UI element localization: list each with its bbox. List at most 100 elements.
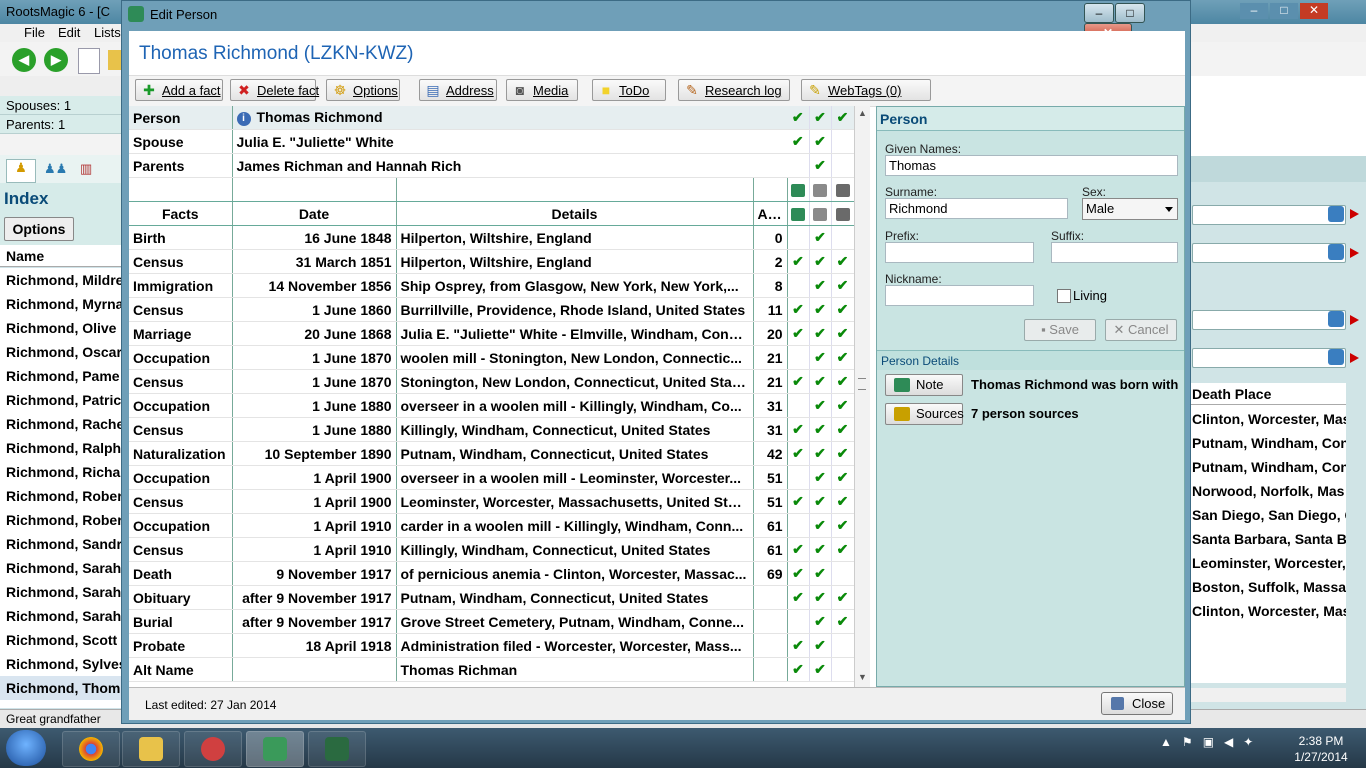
source-check-icon[interactable]: ✔ <box>809 561 832 586</box>
scroll-down-arrow-icon[interactable]: ▼ <box>855 672 870 684</box>
note-check-icon[interactable]: ✔ <box>787 297 810 322</box>
fact-row[interactable]: Death 9 November 1917 of pernicious anemia… <box>129 561 855 586</box>
source-check-icon[interactable]: ✔ <box>809 465 832 490</box>
source-check-icon[interactable]: ✔ <box>809 321 832 346</box>
facts-scrollbar[interactable]: ▲ ▼ <box>854 106 870 687</box>
family-row[interactable]: Parents James Richman and Hannah Rich ✔ <box>129 153 855 178</box>
details-column-header[interactable]: Details <box>396 201 754 226</box>
source-check-icon[interactable]: ✔ <box>809 153 832 178</box>
given-names-input[interactable] <box>885 155 1178 176</box>
source-check-icon[interactable]: ✔ <box>809 657 832 682</box>
webtags-0-button[interactable]: ✎ WebTags (0) <box>801 79 931 101</box>
media-check-icon[interactable]: ✔ <box>831 417 855 442</box>
descendants-tab-icon[interactable]: ▥ <box>80 161 92 177</box>
note-check-icon[interactable]: ✔ <box>787 633 810 658</box>
close-button[interactable]: Close <box>1101 692 1173 715</box>
source-check-icon[interactable]: ✔ <box>809 249 832 274</box>
fact-row[interactable]: Census 1 April 1910 Killingly, Windham, Co… <box>129 537 855 562</box>
save-button[interactable]: ▪ Save <box>1024 319 1096 341</box>
media-check-icon[interactable]: ✔ <box>831 345 855 370</box>
surname-input[interactable] <box>885 198 1068 219</box>
index-name-item[interactable]: Richmond, Sarah <box>0 556 122 580</box>
empty-cell[interactable] <box>831 225 855 250</box>
family-row[interactable]: Person i Thomas Richmond ✔ ✔ ✔ <box>129 106 855 130</box>
media-check-icon[interactable]: ✔ <box>831 465 855 490</box>
source-check-icon[interactable]: ✔ <box>809 369 832 394</box>
menu-file[interactable]: File <box>24 25 45 40</box>
note-check-icon[interactable]: ✔ <box>787 441 810 466</box>
empty-cell[interactable] <box>787 345 810 370</box>
media-check-icon[interactable]: ✔ <box>831 441 855 466</box>
empty-cell[interactable] <box>831 153 855 178</box>
empty-cell[interactable] <box>787 393 810 418</box>
rootsmagic-taskbar-button[interactable] <box>246 731 304 767</box>
source-check-icon[interactable]: ✔ <box>809 297 832 322</box>
fact-row[interactable]: Occupation 1 June 1870 woolen mill - Stoni… <box>129 345 855 370</box>
background-place-field[interactable] <box>1192 205 1346 225</box>
source-check-icon[interactable]: ✔ <box>809 633 832 658</box>
empty-cell[interactable] <box>787 513 810 538</box>
fact-row[interactable]: Immigration 14 November 1856 Ship Osprey, … <box>129 273 855 298</box>
death-place-item[interactable]: Boston, Suffolk, Massac <box>1190 575 1346 599</box>
family-row[interactable]: Spouse Julia E. "Juliette" White ✔ ✔ <box>129 129 855 154</box>
options-button[interactable]: ☸ Options <box>326 79 400 101</box>
menu-lists[interactable]: Lists <box>94 25 121 40</box>
scroll-up-arrow-icon[interactable]: ▲ <box>855 108 870 120</box>
prefix-input[interactable] <box>885 242 1034 263</box>
living-checkbox[interactable] <box>1057 289 1071 303</box>
note-check-icon[interactable]: ✔ <box>787 537 810 562</box>
death-place-item[interactable]: Leominster, Worcester, <box>1190 551 1346 575</box>
empty-cell[interactable] <box>787 153 810 178</box>
index-name-item[interactable]: Richmond, Scott <box>0 628 122 652</box>
media-check-icon[interactable]: ✔ <box>831 249 855 274</box>
background-place-field[interactable] <box>1192 243 1346 263</box>
note-check-icon[interactable]: ✔ <box>787 369 810 394</box>
maximize-button[interactable]: □ <box>1115 3 1145 23</box>
source-check-icon[interactable]: ✔ <box>809 273 832 298</box>
media-check-icon[interactable]: ✔ <box>831 609 855 634</box>
address-button[interactable]: ▤ Address <box>419 79 497 101</box>
suffix-input[interactable] <box>1051 242 1178 263</box>
volume-icon[interactable]: ◀ <box>1224 735 1233 749</box>
empty-cell[interactable] <box>831 657 855 682</box>
sex-select[interactable]: Male <box>1082 198 1178 220</box>
info-icon[interactable]: i <box>236 111 251 126</box>
fact-row[interactable]: Census 1 June 1880 Killingly, Windham, Con… <box>129 417 855 442</box>
minimize-icon[interactable]: – <box>1240 3 1268 19</box>
note-check-icon[interactable]: ✔ <box>787 417 810 442</box>
source-check-icon[interactable]: ✔ <box>809 489 832 514</box>
source-check-icon[interactable]: ✔ <box>809 609 832 634</box>
note-button[interactable]: Note <box>885 374 963 396</box>
source-check-icon[interactable]: ✔ <box>809 537 832 562</box>
media-check-icon[interactable]: ✔ <box>831 297 855 322</box>
network-icon[interactable]: ▣ <box>1203 735 1214 749</box>
start-button[interactable] <box>6 730 46 766</box>
fact-row[interactable]: Marriage 20 June 1868 Julia E. "Juliette" … <box>129 321 855 346</box>
fact-row[interactable]: Census 1 April 1900 Leominster, Worcester,… <box>129 489 855 514</box>
source-check-icon[interactable]: ✔ <box>809 345 832 370</box>
new-file-icon[interactable] <box>78 48 100 74</box>
monitor-taskbar-button[interactable] <box>308 731 366 767</box>
research-log-button[interactable]: ✎ Research log <box>678 79 790 101</box>
source-check-icon[interactable]: ✔ <box>809 393 832 418</box>
snipping-taskbar-button[interactable] <box>184 731 242 767</box>
clock[interactable]: 2:38 PM 1/27/2014 <box>1282 733 1360 765</box>
note-check-icon[interactable]: ✔ <box>787 489 810 514</box>
back-arrow-icon[interactable]: ◀ <box>12 48 36 72</box>
death-place-item[interactable]: Putnam, Windham, Con <box>1190 431 1346 455</box>
media-check-icon[interactable]: ✔ <box>831 585 855 610</box>
note-check-icon[interactable]: ✔ <box>787 321 810 346</box>
forward-arrow-icon[interactable]: ▶ <box>44 48 68 72</box>
age-column-header[interactable]: Age <box>753 201 788 226</box>
fact-row[interactable]: Naturalization 10 September 1890 Putnam, W… <box>129 441 855 466</box>
empty-cell[interactable] <box>831 561 855 586</box>
place-globe-icon[interactable] <box>1328 349 1344 365</box>
death-place-item[interactable]: Santa Barbara, Santa Ba <box>1190 527 1346 551</box>
background-place-field[interactable] <box>1192 348 1346 368</box>
menu-edit[interactable]: Edit <box>58 25 80 40</box>
fact-row[interactable]: Birth 16 June 1848 Hilperton, Wiltshire, E… <box>129 225 855 250</box>
note-check-icon[interactable]: ✔ <box>787 561 810 586</box>
death-place-item[interactable]: San Diego, San Diego, C <box>1190 503 1346 527</box>
close-icon[interactable]: ✕ <box>1300 3 1328 19</box>
fact-row[interactable]: Occupation 1 April 1910 carder in a woolen… <box>129 513 855 538</box>
